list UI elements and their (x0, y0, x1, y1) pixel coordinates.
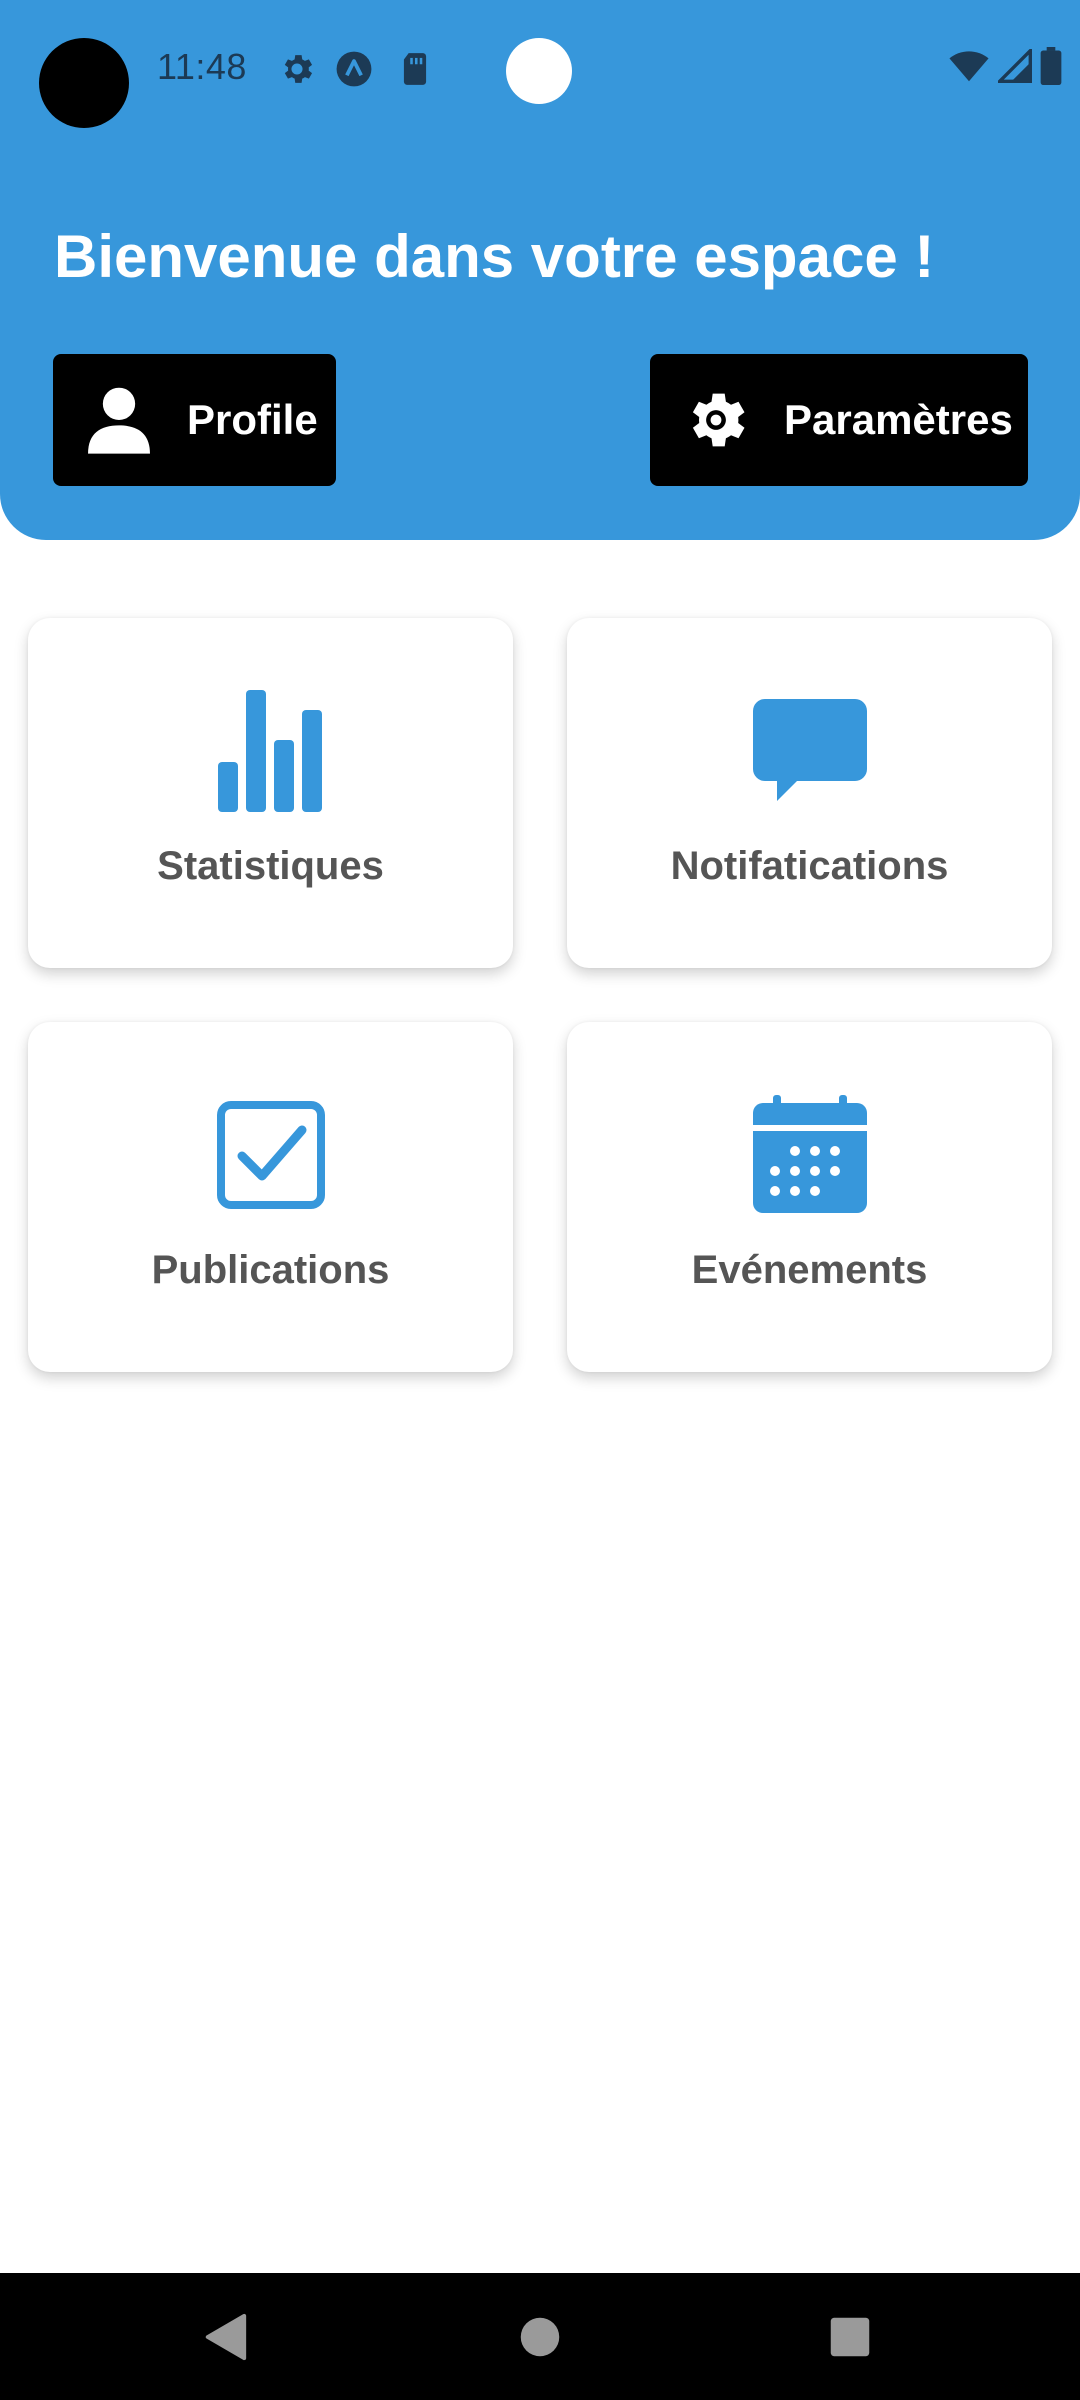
signal-icon (995, 46, 1032, 88)
card-statistiques[interactable]: Statistiques (28, 618, 513, 968)
card-notifications[interactable]: Notifatications (567, 618, 1052, 968)
sd-card-icon (396, 50, 434, 88)
bar-chart-icon (206, 686, 336, 816)
battery-icon (1040, 46, 1062, 90)
profile-button[interactable]: Profile (53, 354, 336, 486)
status-indicators (948, 46, 1062, 90)
app-a-icon (335, 50, 373, 88)
back-icon[interactable] (183, 2295, 267, 2379)
checkbox-icon (206, 1090, 336, 1220)
system-nav-bar (0, 2273, 1080, 2400)
recents-icon[interactable] (808, 2295, 892, 2379)
card-label: Publications (151, 1248, 390, 1292)
chat-bubble-icon (745, 686, 875, 816)
notification-dot (506, 38, 572, 104)
user-icon (83, 384, 155, 456)
camera-cutout (39, 38, 129, 128)
calendar-icon (745, 1090, 875, 1220)
home-icon[interactable] (498, 2295, 582, 2379)
header: 11:48 Bienvenue dans votre espace ! Prof… (0, 0, 1080, 540)
wifi-icon (948, 49, 990, 88)
settings-icon (278, 50, 316, 88)
gear-icon (680, 384, 752, 456)
card-label: Evénements (691, 1248, 928, 1292)
profile-button-label: Profile (187, 396, 318, 443)
settings-button-label: Paramètres (784, 396, 1013, 443)
status-time: 11:48 (157, 46, 247, 87)
settings-button[interactable]: Paramètres (650, 354, 1028, 486)
welcome-title: Bienvenue dans votre espace ! (54, 223, 935, 290)
card-publications[interactable]: Publications (28, 1022, 513, 1372)
status-bar: 11:48 (0, 0, 1080, 140)
card-label: Notifatications (670, 844, 949, 888)
card-label: Statistiques (157, 844, 384, 888)
app-screen: 11:48 Bienvenue dans votre espace ! Prof… (0, 0, 1080, 2400)
card-evenements[interactable]: Evénements (567, 1022, 1052, 1372)
